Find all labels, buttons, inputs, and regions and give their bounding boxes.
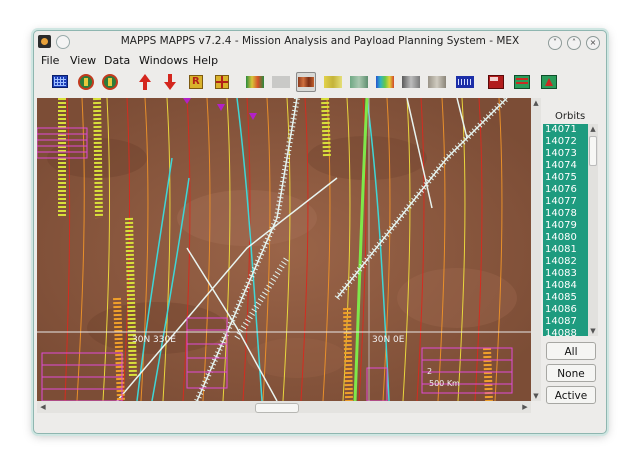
orbit-item[interactable]: 14081 <box>543 244 588 256</box>
map-green-icon[interactable] <box>349 72 369 92</box>
map-view[interactable]: 30N 330E 30N 0E 2 500 Km <box>37 98 531 401</box>
panel-red-icon[interactable] <box>486 72 506 92</box>
orbit-item[interactable]: 14083 <box>543 268 588 280</box>
scroll-down-icon[interactable]: ▼ <box>531 391 541 401</box>
crosshair-icon[interactable] <box>212 72 232 92</box>
r-tool-icon[interactable]: R <box>186 72 206 92</box>
grid-label: 30N 330E <box>132 335 176 345</box>
app-window: MAPPS MAPPS v7.2.4 - Mission Analysis an… <box>33 30 607 434</box>
map-thermal-icon[interactable] <box>245 72 265 92</box>
orbit-item[interactable]: 14075 <box>543 172 588 184</box>
menu-data[interactable]: Data <box>104 54 130 67</box>
toolbar: R <box>34 69 606 97</box>
menu-bar: File View Data Windows Help <box>34 53 606 69</box>
map-grey-icon[interactable] <box>401 72 421 92</box>
close-icon[interactable]: × <box>586 36 600 50</box>
orbit-item[interactable]: 14082 <box>543 256 588 268</box>
orbit-item[interactable]: 14088 <box>543 328 588 336</box>
orbits-list-scrollbar[interactable]: ▲ ▼ <box>588 124 598 336</box>
orbit-item[interactable]: 14073 <box>543 148 588 160</box>
orbits-list[interactable]: 14071 14072 14073 14074 14075 14076 14077 14078… <box>543 124 588 336</box>
grid-label: 30N 0E <box>372 335 405 345</box>
map-blue-icon[interactable] <box>455 72 475 92</box>
select-active-button[interactable]: Active <box>546 386 596 404</box>
menu-file[interactable]: File <box>41 54 59 67</box>
scroll-thumb[interactable] <box>589 136 597 166</box>
overlay-label: 2 <box>427 367 432 376</box>
map-canvas[interactable]: 30N 330E 30N 0E 2 500 Km <box>37 98 531 401</box>
orbit-item[interactable]: 14086 <box>543 304 588 316</box>
orbit-item[interactable]: 14077 <box>543 196 588 208</box>
panel-tree-icon[interactable] <box>539 72 559 92</box>
select-all-button[interactable]: All <box>546 342 596 360</box>
scroll-up-icon[interactable]: ▲ <box>588 124 598 134</box>
orbit-item[interactable]: 14076 <box>543 184 588 196</box>
select-none-button[interactable]: None <box>546 364 596 382</box>
menu-view[interactable]: View <box>70 54 96 67</box>
orbit-item[interactable]: 14072 <box>543 136 588 148</box>
scale-label: 500 Km <box>429 379 460 388</box>
south-pole-icon[interactable] <box>100 72 120 92</box>
scroll-thumb[interactable] <box>255 403 299 413</box>
window-title: MAPPS MAPPS v7.2.4 - Mission Analysis an… <box>120 35 520 47</box>
map-blank-icon[interactable] <box>271 72 291 92</box>
minimize-icon[interactable]: ˅ <box>548 36 562 50</box>
map-horizontal-scrollbar[interactable]: ◀ ▶ <box>37 401 531 413</box>
arrow-up-icon[interactable] <box>135 72 155 92</box>
map-vertical-scrollbar[interactable]: ▲ ▼ <box>531 98 541 401</box>
menu-windows[interactable]: Windows <box>139 54 188 67</box>
orbits-label: Orbits <box>555 111 586 122</box>
menu-help[interactable]: Help <box>193 54 218 67</box>
map-yellow-icon[interactable] <box>323 72 343 92</box>
panel-list-icon[interactable] <box>512 72 532 92</box>
orbit-item[interactable]: 14085 <box>543 292 588 304</box>
map-gravel-icon[interactable] <box>427 72 447 92</box>
grid-icon[interactable] <box>50 72 70 92</box>
scroll-down-icon[interactable]: ▼ <box>588 326 598 336</box>
map-mars-icon[interactable] <box>296 72 316 92</box>
scroll-right-icon[interactable]: ▶ <box>519 401 531 413</box>
orbit-item[interactable]: 14078 <box>543 208 588 220</box>
orbit-item[interactable]: 14071 <box>543 124 588 136</box>
arrow-down-icon[interactable] <box>160 72 180 92</box>
scroll-left-icon[interactable]: ◀ <box>37 401 49 413</box>
orbit-item[interactable]: 14084 <box>543 280 588 292</box>
orbit-item[interactable]: 14079 <box>543 220 588 232</box>
north-pole-icon[interactable] <box>76 72 96 92</box>
title-bar: MAPPS MAPPS v7.2.4 - Mission Analysis an… <box>34 31 606 53</box>
map-rainbow-icon[interactable] <box>375 72 395 92</box>
orbit-item[interactable]: 14080 <box>543 232 588 244</box>
orbit-item[interactable]: 14087 <box>543 316 588 328</box>
scroll-up-icon[interactable]: ▲ <box>531 98 541 108</box>
orbit-item[interactable]: 14074 <box>543 160 588 172</box>
maximize-icon[interactable]: ˄ <box>567 36 581 50</box>
